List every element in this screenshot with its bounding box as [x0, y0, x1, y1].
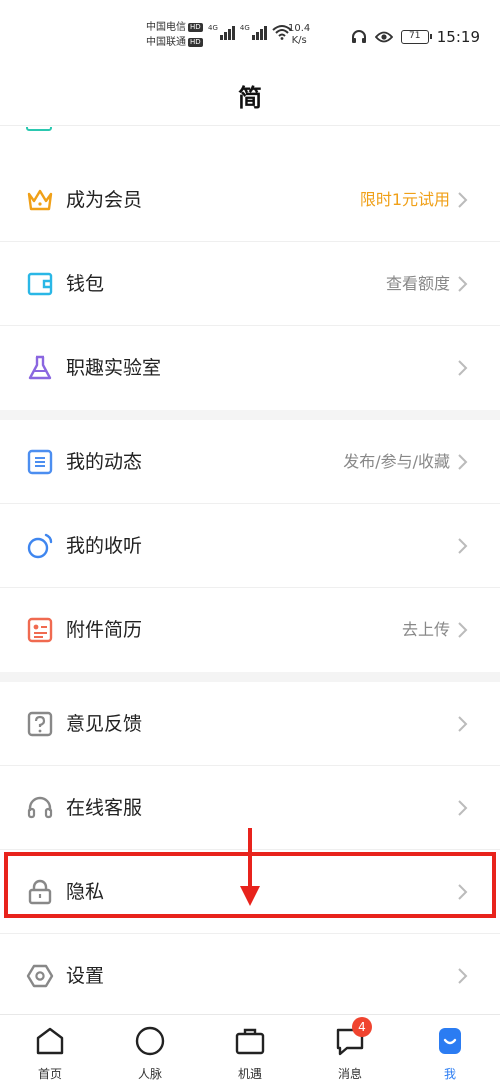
signal-icon	[251, 24, 267, 40]
menu-item-label: 我的动态	[66, 451, 143, 473]
menu-item-feedback[interactable]: 意见反馈	[0, 682, 500, 766]
bottom-tab-bar: 首页 人脉 机遇 4 消息 我	[0, 1014, 500, 1084]
eye-icon	[374, 31, 393, 43]
tab-messages[interactable]: 4 消息	[300, 1015, 400, 1084]
resume-icon	[27, 617, 53, 643]
menu-item-label: 职趣实验室	[66, 357, 162, 379]
status-bar: 中国电信 HD 中国联通 HD 4G 4G 10.4 K/s 71 15:19	[0, 0, 500, 70]
menu-item-label: 附件简历	[66, 619, 143, 641]
headset-icon	[27, 796, 53, 819]
chevron-right-icon	[458, 968, 468, 984]
briefcase-icon	[235, 1028, 265, 1055]
feed-icon	[27, 449, 53, 475]
menu-item-membership[interactable]: 成为会员 限时1元试用	[0, 158, 500, 242]
network-speed: 10.4 K/s	[288, 23, 311, 46]
carrier-2: 中国联通	[146, 37, 186, 48]
menu-item-label: 意见反馈	[66, 713, 143, 735]
tab-label: 机遇	[237, 1067, 262, 1081]
carrier-1: 中国电信	[146, 22, 186, 33]
feedback-icon	[27, 711, 53, 737]
tab-label: 我	[443, 1067, 456, 1081]
page-title: 简	[238, 84, 262, 112]
clock: 15:19	[436, 28, 480, 46]
tab-contacts[interactable]: 人脉	[100, 1015, 200, 1084]
battery-icon: 71	[400, 30, 432, 44]
hd-badge-1: HD	[188, 23, 203, 32]
menu-item-label: 成为会员	[66, 189, 143, 211]
tab-opportunities[interactable]: 机遇	[200, 1015, 300, 1084]
contacts-icon	[135, 1026, 165, 1056]
partial-list-item[interactable]	[0, 127, 500, 158]
network-type-1: 4G	[208, 24, 218, 32]
menu-item-lab[interactable]: 职趣实验室	[0, 326, 500, 410]
unread-badge: 4	[352, 1017, 372, 1037]
flask-icon	[28, 355, 52, 380]
menu-item-hint: 发布/参与/收藏	[343, 452, 450, 471]
wallet-icon	[27, 272, 53, 296]
chevron-right-icon	[458, 192, 468, 208]
chevron-right-icon	[458, 716, 468, 732]
tab-label: 人脉	[137, 1067, 162, 1081]
menu-item-label: 我的收听	[66, 535, 143, 557]
crown-icon	[27, 189, 53, 211]
menu-item-hint: 限时1元试用	[359, 190, 450, 209]
menu-item-resume[interactable]: 附件简历 去上传	[0, 588, 500, 672]
chevron-right-icon	[458, 800, 468, 816]
home-icon	[36, 1027, 64, 1055]
chevron-right-icon	[458, 360, 468, 376]
tab-home[interactable]: 首页	[0, 1015, 100, 1084]
menu-group-2: 我的动态 发布/参与/收藏 我的收听 附件简历 去上传	[0, 420, 500, 672]
menu-item-label: 钱包	[66, 273, 105, 295]
tab-me[interactable]: 我	[400, 1015, 500, 1084]
section-divider	[0, 672, 500, 682]
headset-status-icon	[351, 30, 366, 43]
signal-icon	[219, 24, 235, 40]
menu-group-1: 成为会员 限时1元试用 钱包 查看额度 职趣实验室	[0, 158, 500, 410]
listen-icon	[27, 533, 53, 559]
partial-row-icon	[26, 127, 52, 131]
hd-badge-2: HD	[188, 38, 203, 47]
section-divider	[0, 410, 500, 420]
menu-item-label: 在线客服	[66, 797, 143, 819]
tab-label: 消息	[337, 1067, 362, 1081]
settings-icon	[26, 964, 54, 988]
chevron-right-icon	[458, 454, 468, 470]
menu-item-hint: 去上传	[401, 620, 450, 639]
arrow-down-icon	[240, 828, 260, 906]
network-type-2: 4G	[239, 24, 250, 32]
chevron-right-icon	[458, 276, 468, 292]
status-right: 71 15:19	[351, 28, 480, 46]
signal-indicators: 4G 4G	[208, 24, 292, 40]
menu-item-listening[interactable]: 我的收听	[0, 504, 500, 588]
menu-item-settings[interactable]: 设置	[0, 934, 500, 1018]
menu-item-wallet[interactable]: 钱包 查看额度	[0, 242, 500, 326]
app-header: 简	[0, 70, 500, 126]
menu-item-label: 设置	[66, 965, 105, 987]
chevron-right-icon	[458, 538, 468, 554]
carrier-info: 中国电信 HD 中国联通 HD	[146, 20, 203, 50]
profile-icon	[439, 1028, 461, 1054]
tab-label: 首页	[37, 1067, 62, 1081]
menu-item-activity[interactable]: 我的动态 发布/参与/收藏	[0, 420, 500, 504]
menu-item-hint: 查看额度	[385, 274, 450, 293]
chevron-right-icon	[458, 622, 468, 638]
